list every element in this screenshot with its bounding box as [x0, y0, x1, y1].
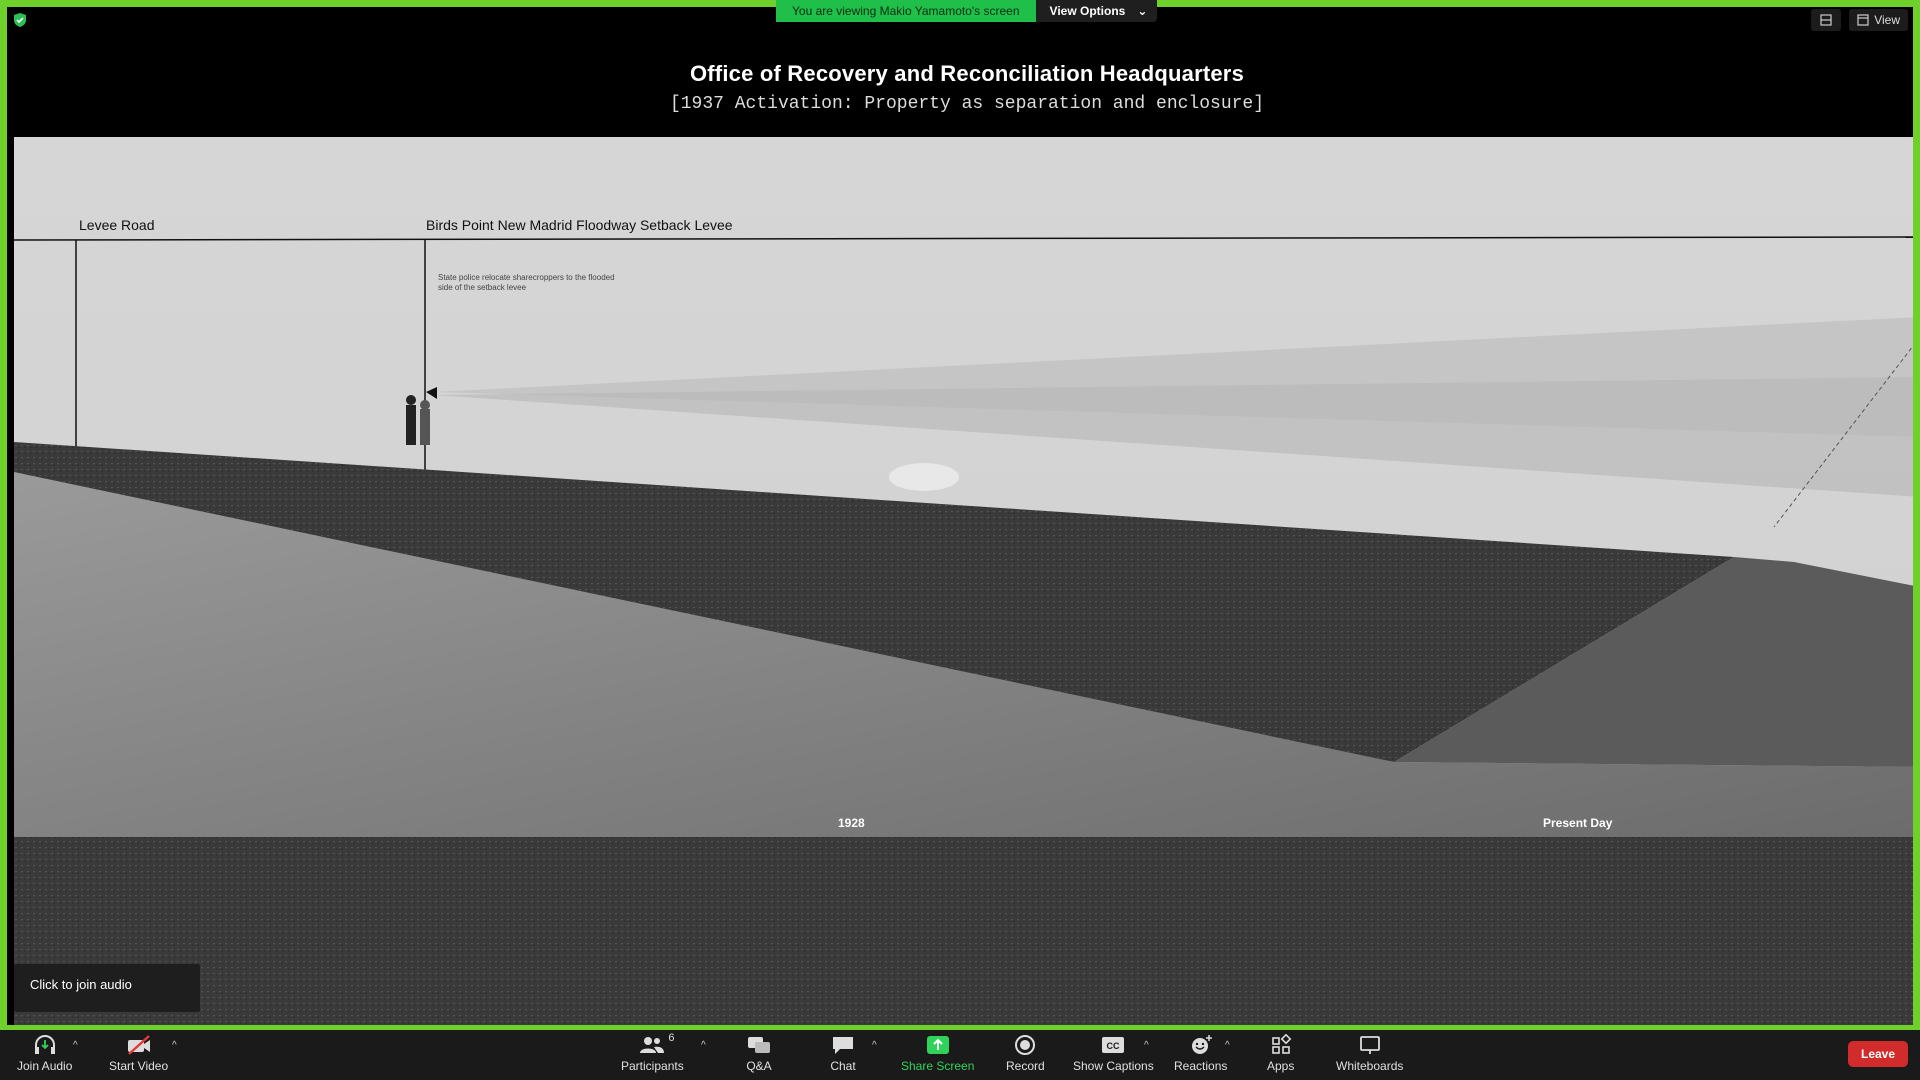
whiteboards-label: Whiteboards — [1336, 1059, 1404, 1073]
slide-title: Office of Recovery and Reconciliation He… — [689, 61, 1245, 86]
whiteboards-button[interactable]: Whiteboards — [1336, 1034, 1403, 1073]
year-1928-label: 1928 — [838, 816, 865, 830]
sharecroppers-note: State police relocate sharecroppers to t… — [438, 273, 615, 292]
levee-road-label: Levee Road — [79, 217, 155, 233]
qa-icon — [748, 1037, 770, 1053]
svg-text:CC: CC — [1107, 1041, 1120, 1051]
view-label: View — [1874, 13, 1900, 27]
share-screen-icon — [926, 1036, 949, 1054]
chat-label: Chat — [830, 1059, 856, 1073]
present-day-label: Present Day — [1543, 816, 1613, 830]
apps-icon — [1271, 1034, 1292, 1054]
chat-options-chevron-icon[interactable]: ^ — [872, 1040, 877, 1051]
participants-label: Participants — [621, 1059, 684, 1073]
start-video-label: Start Video — [109, 1059, 169, 1073]
slide-subtitle: [1937 Activation: Property as separation… — [669, 94, 1265, 114]
apps-label: Apps — [1267, 1059, 1295, 1073]
join-audio-label: Join Audio — [17, 1059, 73, 1073]
levee-illustration: Levee Road Birds Point New Madrid Floodw… — [14, 137, 1913, 1025]
view-options-label: View Options — [1049, 4, 1126, 18]
audio-options-chevron-icon[interactable]: ^ — [73, 1040, 78, 1051]
share-screen-button[interactable]: Share Screen — [901, 1034, 974, 1073]
participants-options-chevron-icon[interactable]: ^ — [701, 1040, 706, 1051]
reactions-options-chevron-icon[interactable]: ^ — [1225, 1040, 1230, 1051]
slide-header: Office of Recovery and Reconciliation He… — [14, 14, 1913, 137]
reactions-icon — [1191, 1035, 1212, 1054]
record-icon — [1015, 1035, 1036, 1055]
shared-screen: Office of Recovery and Reconciliation He… — [0, 0, 1920, 1030]
start-video-button[interactable]: Start Video — [109, 1034, 168, 1073]
video-options-chevron-icon[interactable]: ^ — [172, 1040, 177, 1051]
reactions-button[interactable]: Reactions — [1174, 1034, 1227, 1073]
chat-icon — [833, 1037, 853, 1054]
share-screen-label: Share Screen — [901, 1059, 975, 1073]
viewing-notice: You are viewing Makio Yamamoto's screen — [776, 0, 1036, 22]
chat-button[interactable]: Chat — [830, 1034, 856, 1073]
chevron-down-icon: ⌄ — [1137, 4, 1148, 18]
whiteboard-icon — [1359, 1036, 1380, 1054]
sharing-banner: You are viewing Makio Yamamoto's screen … — [776, 0, 1158, 22]
meeting-toolbar: Join Audio ^ Start Video ^ 6 Participant… — [0, 1030, 1920, 1080]
show-captions-button[interactable]: CC Show Captions — [1073, 1034, 1154, 1073]
shield-icon[interactable] — [12, 12, 28, 28]
view-button[interactable]: View — [1849, 9, 1908, 31]
participants-icon — [640, 1037, 665, 1053]
join-audio-button[interactable]: Join Audio — [17, 1034, 72, 1073]
fullscreen-button[interactable] — [1811, 9, 1842, 31]
participants-count-badge: 6 — [668, 1032, 675, 1044]
headphones-icon — [34, 1035, 55, 1054]
record-label: Record — [1006, 1059, 1045, 1073]
qa-label: Q&A — [746, 1059, 772, 1073]
reactions-label: Reactions — [1174, 1059, 1228, 1073]
join-audio-tooltip[interactable]: Click to join audio — [14, 964, 200, 1012]
top-right-controls: View — [1811, 9, 1908, 31]
captions-options-chevron-icon[interactable]: ^ — [1144, 1040, 1149, 1051]
record-button[interactable]: Record — [1006, 1034, 1045, 1073]
show-captions-label: Show Captions — [1073, 1059, 1154, 1073]
captions-icon: CC — [1102, 1037, 1125, 1053]
apps-button[interactable]: Apps — [1267, 1034, 1294, 1073]
levee-drawing — [14, 137, 1913, 1025]
qa-button[interactable]: Q&A — [745, 1034, 773, 1073]
view-options-button[interactable]: View Options ⌄ — [1035, 0, 1158, 22]
fullscreen-icon — [1820, 14, 1832, 26]
setback-levee-label: Birds Point New Madrid Floodway Setback … — [426, 217, 733, 233]
video-off-icon — [127, 1035, 150, 1055]
grid-icon — [1857, 14, 1869, 26]
participants-button[interactable]: 6 Participants — [621, 1032, 684, 1073]
leave-button[interactable]: Leave — [1848, 1041, 1908, 1067]
